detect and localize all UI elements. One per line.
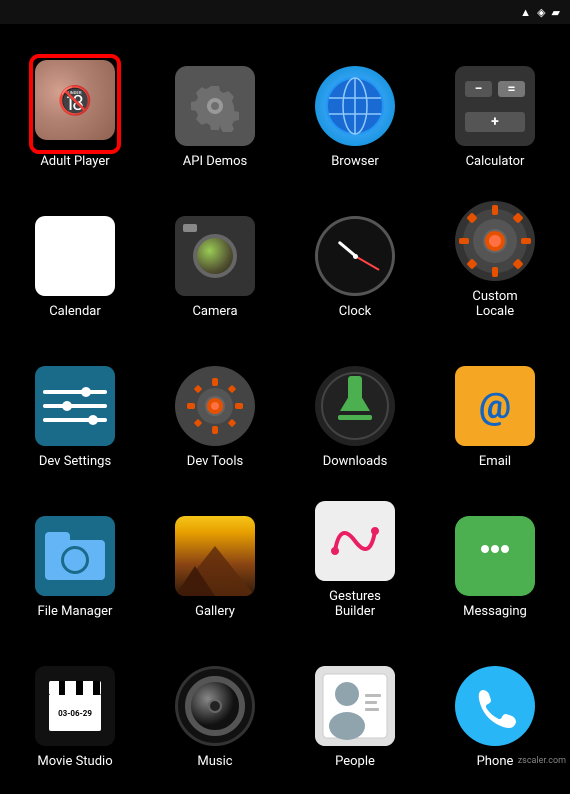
- api-demos-label: API Demos: [183, 154, 247, 170]
- app-gestures-builder[interactable]: Gestures Builder: [285, 484, 425, 634]
- app-music[interactable]: Music: [145, 634, 285, 784]
- app-people[interactable]: People: [285, 634, 425, 784]
- messaging-icon: [455, 516, 535, 596]
- custom-locale-label: Custom Locale: [472, 289, 517, 320]
- app-browser[interactable]: Browser: [285, 34, 425, 184]
- adult-player-label: Adult Player: [40, 154, 109, 170]
- app-api-demos[interactable]: API Demos: [145, 34, 285, 184]
- dev-settings-label: Dev Settings: [39, 454, 111, 470]
- dev-tools-label: Dev Tools: [187, 454, 243, 470]
- gestures-builder-label: Gestures Builder: [329, 589, 381, 620]
- music-label: Music: [197, 754, 232, 770]
- app-email[interactable]: @ Email: [425, 334, 565, 484]
- gestures-builder-icon: [315, 501, 395, 581]
- movie-studio-label: Movie Studio: [37, 754, 112, 770]
- camera-label: Camera: [192, 304, 237, 320]
- watermark: zscaler.com: [518, 756, 566, 766]
- app-dev-tools[interactable]: Dev Tools: [145, 334, 285, 484]
- app-gallery[interactable]: Gallery: [145, 484, 285, 634]
- phone-icon: [455, 666, 535, 746]
- app-movie-studio[interactable]: 03-06-29 Movie Studio: [5, 634, 145, 784]
- app-custom-locale[interactable]: Custom Locale: [425, 184, 565, 334]
- people-label: People: [335, 754, 375, 770]
- dev-tools-icon: [175, 366, 255, 446]
- people-icon: [315, 666, 395, 746]
- app-adult-player[interactable]: 🔞 Adult Player: [5, 34, 145, 184]
- app-grid: 🔞 Adult Player API Demos Browser: [0, 24, 570, 794]
- wifi-icon: ◈: [537, 6, 545, 19]
- calendar-label: Calendar: [49, 304, 101, 320]
- clock-icon: [315, 216, 395, 296]
- music-icon: [175, 666, 255, 746]
- signal-icon: ▲: [520, 6, 531, 19]
- app-downloads[interactable]: Downloads: [285, 334, 425, 484]
- calendar-icon: [35, 216, 115, 296]
- adult-player-icon: 🔞: [35, 60, 115, 140]
- browser-label: Browser: [331, 154, 379, 170]
- movie-studio-icon: 03-06-29: [35, 666, 115, 746]
- battery-icon: ▰: [552, 6, 560, 19]
- downloads-icon: [315, 366, 395, 446]
- browser-icon: [315, 66, 395, 146]
- camera-icon: [175, 216, 255, 296]
- file-manager-icon: [35, 516, 115, 596]
- app-calendar[interactable]: Calendar: [5, 184, 145, 334]
- app-camera[interactable]: Camera: [145, 184, 285, 334]
- dev-settings-icon: [35, 366, 115, 446]
- app-calculator[interactable]: − = + Calculator: [425, 34, 565, 184]
- gallery-label: Gallery: [195, 604, 235, 620]
- clock-label: Clock: [339, 304, 371, 320]
- status-bar: ▲ ◈ ▰: [0, 0, 570, 24]
- app-file-manager[interactable]: File Manager: [5, 484, 145, 634]
- app-dev-settings[interactable]: Dev Settings: [5, 334, 145, 484]
- file-manager-label: File Manager: [38, 604, 113, 620]
- gallery-icon: [175, 516, 255, 596]
- email-icon: @: [455, 366, 535, 446]
- custom-locale-icon: [455, 201, 535, 281]
- app-clock[interactable]: Clock: [285, 184, 425, 334]
- messaging-label: Messaging: [463, 604, 527, 620]
- downloads-label: Downloads: [323, 454, 388, 470]
- app-messaging[interactable]: Messaging: [425, 484, 565, 634]
- api-demos-icon: [175, 66, 255, 146]
- email-label: Email: [479, 454, 511, 470]
- calculator-label: Calculator: [466, 154, 525, 170]
- phone-label: Phone: [477, 754, 514, 770]
- calculator-icon: − = +: [455, 66, 535, 146]
